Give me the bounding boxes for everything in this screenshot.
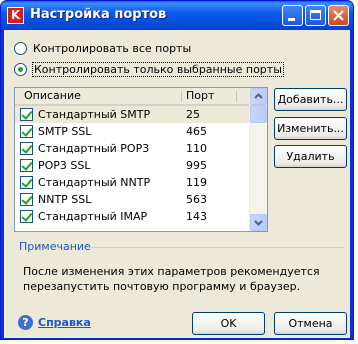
help-link[interactable]: Справка bbox=[38, 316, 91, 329]
port-row[interactable]: Стандартный SMTP 25 bbox=[15, 106, 250, 123]
app-logo-icon: K bbox=[7, 7, 24, 24]
column-header-port[interactable]: Порт bbox=[186, 88, 214, 104]
port-row-name: Стандартный NNTP bbox=[38, 176, 151, 189]
radio-all-ports-indicator[interactable] bbox=[14, 41, 27, 55]
port-row-checkbox[interactable] bbox=[20, 159, 33, 172]
port-row-number: 563 bbox=[186, 193, 207, 206]
scroll-thumb[interactable] bbox=[250, 105, 267, 123]
radio-selected-ports-indicator[interactable] bbox=[14, 62, 27, 76]
maximize-icon bbox=[310, 10, 321, 20]
port-row-name: NNTP SSL bbox=[38, 193, 92, 206]
port-row-name: Стандартный POP3 bbox=[38, 142, 150, 155]
note-text: После изменения этих параметров рекоменд… bbox=[23, 265, 320, 293]
port-row-name: POP3 SSL bbox=[38, 159, 91, 172]
column-header-description[interactable]: Описание bbox=[24, 88, 81, 104]
edit-button[interactable]: Изменить... bbox=[274, 117, 347, 140]
close-button[interactable] bbox=[328, 5, 349, 26]
dialog-body: Контролировать все порты Контролировать … bbox=[4, 30, 350, 338]
minimize-icon bbox=[288, 18, 295, 21]
window-title: Настройка портов bbox=[30, 7, 167, 22]
port-row-number: 25 bbox=[186, 108, 200, 121]
port-row-checkbox[interactable] bbox=[20, 210, 33, 223]
minimize-button[interactable] bbox=[282, 5, 303, 26]
close-icon bbox=[333, 10, 344, 21]
port-row-checkbox[interactable] bbox=[20, 176, 33, 189]
port-row-number: 119 bbox=[186, 176, 207, 189]
scroll-up-button[interactable] bbox=[250, 88, 267, 105]
port-row[interactable]: NNTP SSL 563 bbox=[15, 191, 250, 208]
vertical-scrollbar[interactable] bbox=[249, 88, 267, 231]
title-bar[interactable]: K Настройка портов bbox=[1, 1, 353, 30]
port-row-checkbox[interactable] bbox=[20, 125, 33, 138]
port-row[interactable]: Стандартный NNTP 119 bbox=[15, 174, 250, 191]
port-row-checkbox[interactable] bbox=[20, 193, 33, 206]
port-row[interactable]: POP3 SSL 995 bbox=[15, 157, 250, 174]
dialog-window: K Настройка портов Контролировать все по… bbox=[0, 0, 354, 340]
note-divider bbox=[86, 247, 344, 248]
ok-button[interactable]: OK bbox=[192, 312, 265, 335]
cancel-button[interactable]: Отмена bbox=[274, 312, 347, 335]
port-row[interactable]: Стандартный POP3 110 bbox=[15, 140, 250, 157]
chevron-down-icon bbox=[254, 220, 263, 226]
port-row-checkbox[interactable] bbox=[20, 142, 33, 155]
help-icon: ? bbox=[18, 315, 33, 330]
port-row-number: 110 bbox=[186, 142, 207, 155]
radio-selected-ports[interactable]: Контролировать только выбранные порты bbox=[14, 61, 284, 77]
port-row-checkbox[interactable] bbox=[20, 108, 33, 121]
port-row-number: 995 bbox=[186, 159, 207, 172]
port-row-name: Стандартный SMTP bbox=[38, 108, 151, 121]
radio-all-ports-label: Контролировать все порты bbox=[33, 41, 192, 55]
port-row-number: 465 bbox=[186, 125, 207, 138]
radio-all-ports[interactable]: Контролировать все порты bbox=[14, 40, 191, 56]
chevron-up-icon bbox=[254, 93, 263, 99]
maximize-button[interactable] bbox=[305, 5, 326, 26]
radio-selected-ports-label: Контролировать только выбранные порты bbox=[32, 61, 284, 77]
port-row-name: SMTP SSL bbox=[38, 125, 92, 138]
column-separator[interactable] bbox=[236, 91, 237, 102]
port-row[interactable]: SMTP SSL 465 bbox=[15, 123, 250, 140]
note-label: Примечание bbox=[19, 240, 91, 253]
delete-button[interactable]: Удалить bbox=[274, 145, 347, 168]
column-separator[interactable] bbox=[181, 91, 182, 102]
add-button[interactable]: Добавить... bbox=[274, 88, 347, 111]
scroll-down-button[interactable] bbox=[250, 214, 267, 231]
port-row-number: 143 bbox=[186, 210, 207, 223]
port-row[interactable]: Стандартный IMAP 143 bbox=[15, 208, 250, 225]
ports-list[interactable]: Описание Порт Стандартный SMTP 25 SMTP S… bbox=[14, 87, 268, 232]
help-link-area[interactable]: ? Справка bbox=[18, 315, 91, 330]
port-row-name: Стандартный IMAP bbox=[38, 210, 148, 223]
list-header: Описание Порт bbox=[15, 88, 250, 106]
